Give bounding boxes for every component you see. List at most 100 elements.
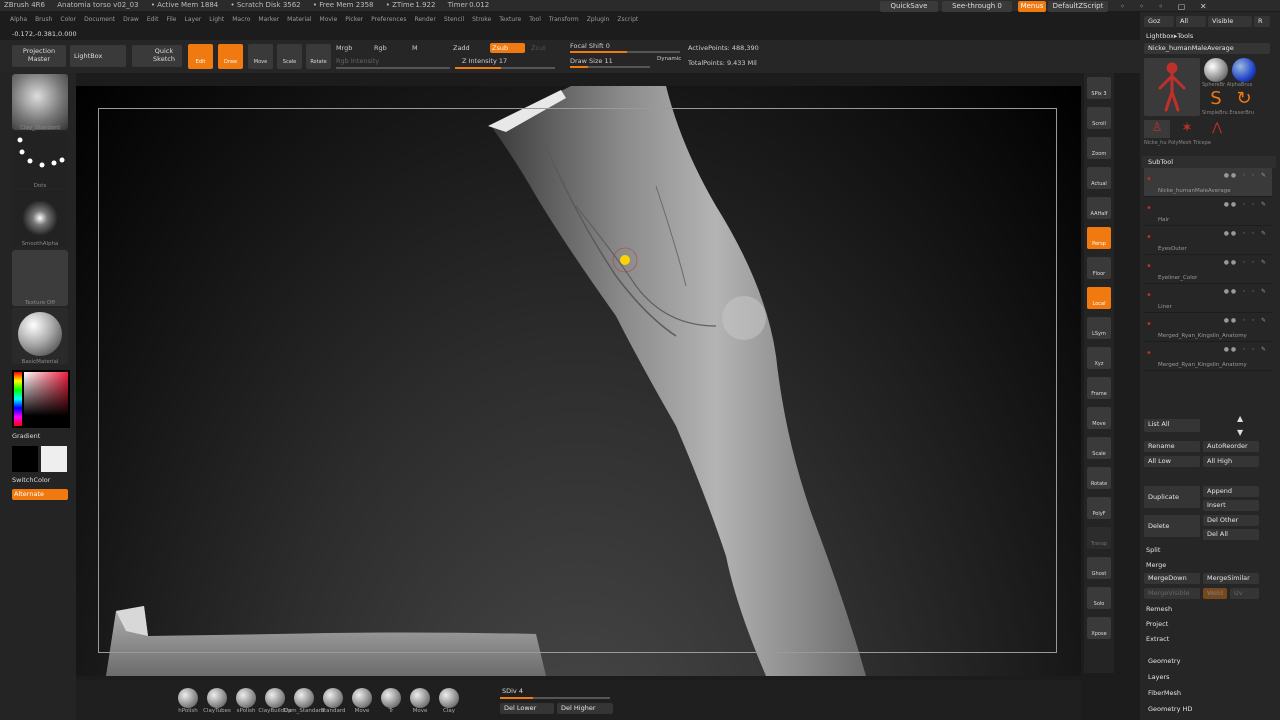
hue-strip[interactable] [14,372,22,426]
merge-visible-button[interactable]: MergeVisible [1144,588,1200,599]
lightbox-tools-button[interactable]: Lightbox▸Tools [1140,30,1193,42]
shelf-move-button[interactable]: Move [1087,407,1111,429]
scale-mode-button[interactable]: Scale [277,44,302,69]
menu-render[interactable]: Render [414,16,435,23]
z-intensity-slider[interactable]: Z Intensity 17 [462,57,507,65]
menu-color[interactable]: Color [60,16,76,23]
brush-slot[interactable]: sPolish [236,688,256,718]
shelf-actual-button[interactable]: Actual [1087,167,1111,189]
current-tool-thumb[interactable] [1144,58,1200,116]
main-color-swatch[interactable] [12,446,38,472]
switch-color-button[interactable]: SwitchColor [12,476,50,484]
uv-toggle[interactable]: Uv [1230,588,1259,599]
seethrough-slider[interactable]: See-through 0 [942,1,1012,12]
shelf-ghost-button[interactable]: Ghost [1087,557,1111,579]
eraser-brush-icon[interactable]: ↻ [1232,88,1256,110]
zscript-button[interactable]: DefaultZScript [1048,1,1108,12]
extract-section[interactable]: Extract [1140,633,1169,645]
all-low-button[interactable]: All Low [1144,456,1200,467]
subtool-visibility-toggles[interactable]: ●● ◦ ◦ ✎ [1224,259,1268,266]
merge-similar-button[interactable]: MergeSimilar [1203,573,1259,584]
fibermesh-section[interactable]: FiberMesh [1142,687,1181,699]
geometry-hd-section[interactable]: Geometry HD [1142,703,1192,715]
secondary-color-swatch[interactable] [41,446,67,472]
menu-material[interactable]: Material [287,16,311,23]
projection-master-button[interactable]: Projection Master [12,45,66,67]
texture-selector[interactable] [12,250,68,306]
menus-toggle[interactable]: Menus [1018,1,1046,12]
shelf-solo-button[interactable]: Solo [1087,587,1111,609]
rgb-button[interactable]: Rgb [374,44,387,52]
rotate-mode-button[interactable]: Rotate [306,44,331,69]
menu-movie[interactable]: Movie [320,16,338,23]
gradient-toggle[interactable]: Gradient [12,432,40,440]
mrgb-button[interactable]: Mrgb [336,44,352,52]
color-picker[interactable] [12,370,70,428]
brush-slot[interactable]: hPolish [178,688,198,718]
subtool-visibility-toggles[interactable]: ●● ◦ ◦ ✎ [1224,288,1268,295]
zadd-button[interactable]: Zadd [453,44,470,52]
delete-button[interactable]: Delete [1144,515,1200,537]
lightbox-button[interactable]: LightBox [70,45,126,67]
weld-toggle[interactable]: Weld [1203,588,1227,599]
color-square[interactable] [24,372,68,416]
shelf-local-button[interactable]: Local [1087,287,1111,309]
all-high-button[interactable]: All High [1203,456,1259,467]
sdiv-slider[interactable]: SDiv 4 [502,687,523,695]
subtool-item[interactable]: • ●● ◦ ◦ ✎ Liner [1144,284,1272,313]
menu-document[interactable]: Document [84,16,115,23]
draw-size-slider[interactable]: Draw Size 11 [570,57,613,65]
simple-brush-icon[interactable]: S [1204,88,1228,110]
merge-down-button[interactable]: MergeDown [1144,573,1200,584]
shelf-xyz-button[interactable]: Xyz [1087,347,1111,369]
move-mode-button[interactable]: Move [248,44,273,69]
subtool-visibility-toggles[interactable]: ●● ◦ ◦ ✎ [1224,172,1268,179]
rename-button[interactable]: Rename [1144,441,1200,452]
merge-section[interactable]: Merge [1140,559,1166,571]
shelf-aahalf-button[interactable]: AAHalf [1087,197,1111,219]
zcut-button[interactable]: Zcut [531,44,546,52]
shelf-persp-button[interactable]: Persp [1087,227,1111,249]
brush-slot[interactable]: Clay [439,688,459,718]
subtool-visibility-toggles[interactable]: ●● ◦ ◦ ✎ [1224,230,1268,237]
brush-selector[interactable] [12,74,68,130]
menu-zscript[interactable]: Zscript [617,16,638,23]
geometry-section[interactable]: Geometry [1142,655,1180,667]
subtool-item[interactable]: • ●● ◦ ◦ ✎ EyesOuter [1144,226,1272,255]
append-button[interactable]: Append [1203,486,1259,497]
subtool-item[interactable]: • ●● ◦ ◦ ✎ Merged_Ryan_Kingslin_Anatomy [1144,342,1272,371]
subtool-visibility-toggles[interactable]: ●● ◦ ◦ ✎ [1224,346,1268,353]
quicksave-button[interactable]: QuickSave [880,1,938,12]
menu-stroke[interactable]: Stroke [472,16,491,23]
tricepe-tool-thumb[interactable]: ⋀ [1204,120,1230,138]
brush-slot[interactable]: Standard [320,688,346,718]
menu-draw[interactable]: Draw [123,16,139,23]
brush-slot[interactable]: Tr [381,688,401,718]
zsub-button[interactable]: Zsub [490,43,525,53]
sphere-brush-thumb[interactable] [1204,58,1228,82]
menu-stencil[interactable]: Stencil [444,16,464,23]
subtool-visibility-toggles[interactable]: ●● ◦ ◦ ✎ [1224,201,1268,208]
list-all-button[interactable]: List All [1144,419,1200,432]
alpha-selector[interactable] [12,190,68,246]
alternate-button[interactable]: Alternate [12,489,68,500]
layers-section[interactable]: Layers [1142,671,1170,683]
menu-picker[interactable]: Picker [345,16,363,23]
shelf-xpose-button[interactable]: Xpose [1087,617,1111,639]
menu-file[interactable]: File [166,16,176,23]
brush-slot[interactable]: Move [410,688,430,718]
menu-light[interactable]: Light [209,16,224,23]
remesh-section[interactable]: Remesh [1140,603,1172,615]
arrow-up-icon[interactable]: ▲ [1237,414,1243,423]
menu-texture[interactable]: Texture [499,16,521,23]
brush-slot[interactable]: Dam_Standard [284,688,324,718]
menu-zplugin[interactable]: Zplugin [587,16,610,23]
subtool-item[interactable]: • ●● ◦ ◦ ✎ Hair [1144,197,1272,226]
shelf-frame-button[interactable]: Frame [1087,377,1111,399]
polymesh-star-icon[interactable]: ✶ [1174,120,1200,138]
subtool-visibility-toggles[interactable]: ●● ◦ ◦ ✎ [1224,317,1268,324]
nicke-tool-thumb[interactable]: ♙ [1144,120,1170,138]
del-lower-button[interactable]: Del Lower [500,703,554,714]
menu-tool[interactable]: Tool [529,16,541,23]
menu-brush[interactable]: Brush [35,16,52,23]
